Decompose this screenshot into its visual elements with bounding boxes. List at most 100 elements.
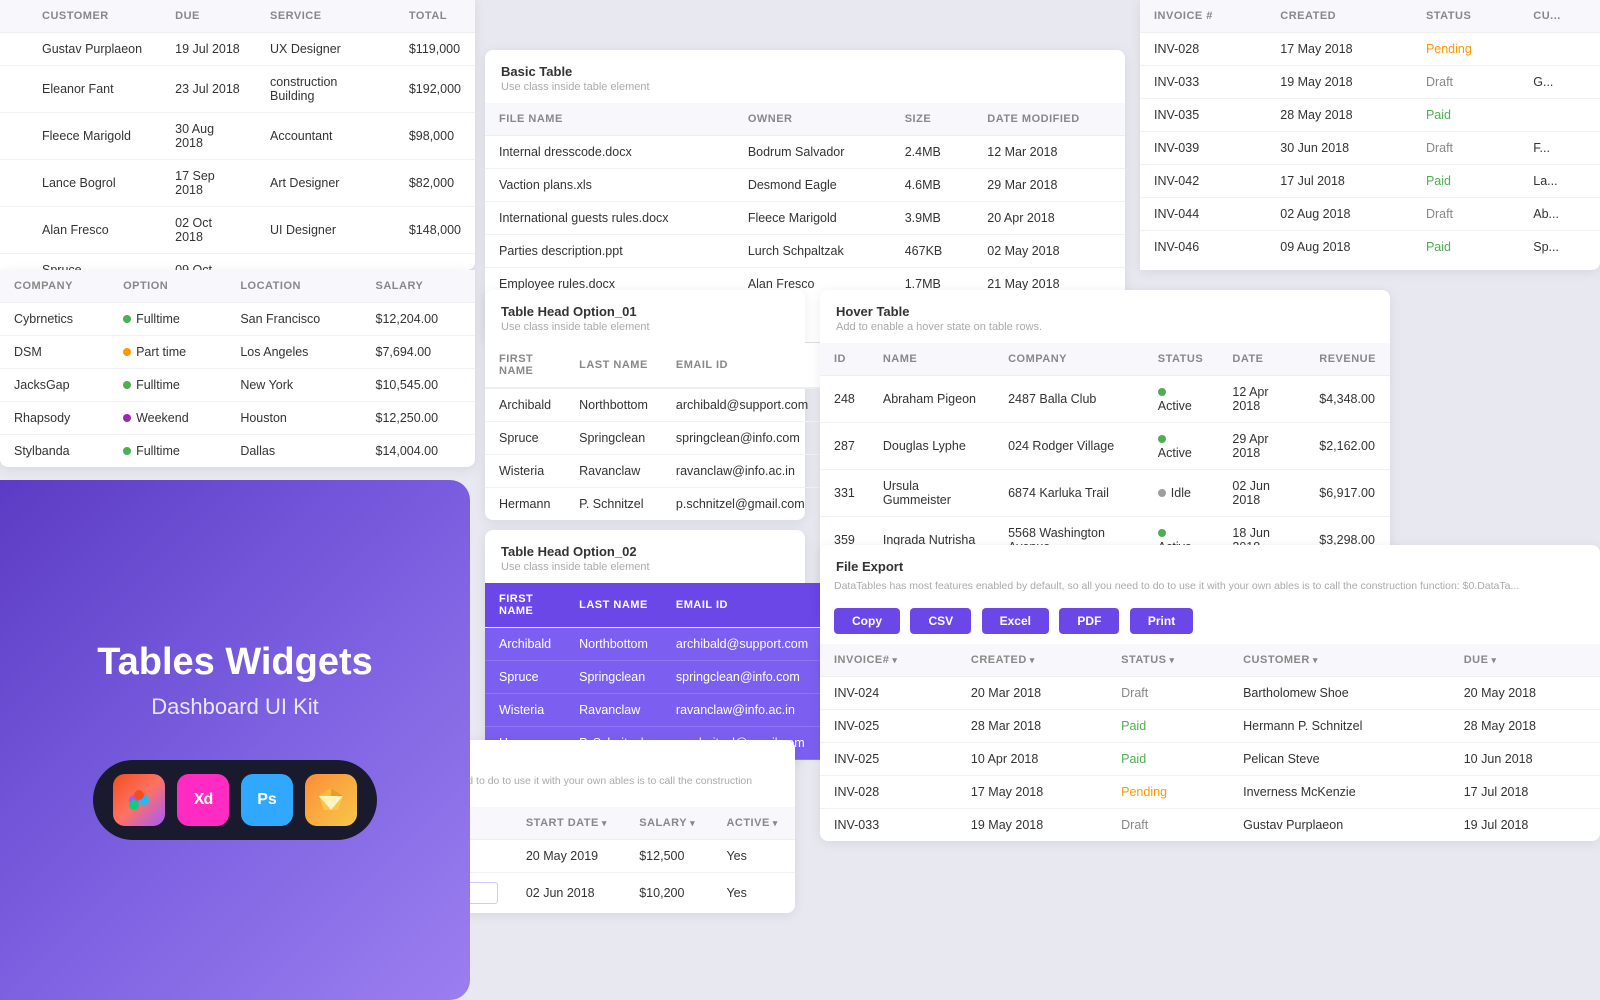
basic-table-title: Basic Table xyxy=(485,50,1125,81)
col-option: Option xyxy=(109,270,226,303)
hover-col-date: Date xyxy=(1218,343,1305,376)
col-due: Due xyxy=(161,0,256,33)
table-row: Internal dresscode.docxBodrum Salvador2.… xyxy=(485,136,1125,169)
col-location: Location xyxy=(226,270,361,303)
print-button[interactable]: Print xyxy=(1130,608,1193,634)
table-row: Vaction plans.xlsDesmond Eagle4.6MB29 Ma… xyxy=(485,169,1125,202)
hero-title: Tables Widgets xyxy=(97,640,373,686)
col-company: Company xyxy=(0,270,109,303)
table-row: SpruceSpringcleanspringclean@info.com xyxy=(485,661,822,694)
table-row: Eleanor Fant23 Jul 2018construction Buil… xyxy=(0,66,475,113)
col-datemod: Date Modified xyxy=(973,103,1125,136)
hover-col-id: ID xyxy=(820,343,869,376)
export-col-customer[interactable]: Customer xyxy=(1229,644,1450,677)
export-col-created[interactable]: Created xyxy=(957,644,1107,677)
top-left-table: Customer Due Service Total Gustav Purpla… xyxy=(0,0,475,270)
table-row: RhapsodyWeekendHouston$12,250.00 xyxy=(0,402,475,435)
table-row: Alan Fresco02 Oct 2018UI Designer$148,00… xyxy=(0,207,475,254)
table-row: INV-03528 May 2018Paid xyxy=(1140,99,1600,132)
table-row: INV-02528 Mar 2018PaidHermann P. Schnitz… xyxy=(820,710,1600,743)
opt02-title: Table Head Option_02 xyxy=(485,530,805,561)
opt01-col-last: Last Name xyxy=(565,343,662,388)
hover-col-status: Status xyxy=(1144,343,1219,376)
table-row: 248Abraham Pigeon2487 Balla ClubActive12… xyxy=(820,376,1390,423)
table-row: SpruceSpringcleanspringclean@info.com xyxy=(485,422,822,455)
opt02-col-last: Last Name xyxy=(565,583,662,628)
figma-icon xyxy=(113,774,165,826)
opt01-subtitle: Use class inside table element xyxy=(485,321,805,343)
invoice-table-right: Invoice # Created Status Cu... INV-02817… xyxy=(1140,0,1600,270)
inv-col-status: Status xyxy=(1412,0,1519,33)
hero-section: Tables Widgets Dashboard UI Kit Xd Ps xyxy=(0,480,470,1000)
table-row: StylbandaFulltimeDallas$14,004.00 xyxy=(0,435,475,468)
table-opt02-card: Table Head Option_02 Use class inside ta… xyxy=(485,530,805,760)
table-row: INV-02510 Apr 2018PaidPelican Steve10 Ju… xyxy=(820,743,1600,776)
file-export-card: File Export DataTables has most features… xyxy=(820,545,1600,841)
col-owner: Owner xyxy=(734,103,891,136)
table-row: Spruce Springclean09 Oct 2018CEO$82,000 xyxy=(0,254,475,271)
table-row: Fleece Marigold30 Aug 2018Accountant$98,… xyxy=(0,113,475,160)
table-row: INV-04402 Aug 2018DraftAb... xyxy=(1140,198,1600,231)
table-row: INV-03930 Jun 2018DraftF... xyxy=(1140,132,1600,165)
sketch-icon xyxy=(305,774,357,826)
employment-table: Company Option Location Salary Cybrnetic… xyxy=(0,270,475,467)
tool-icons-bar: Xd Ps xyxy=(93,760,377,840)
opt01-col-email: Email ID xyxy=(662,343,822,388)
table-row: WisteriaRavanclawravanclaw@info.ac.in xyxy=(485,455,822,488)
table-row: DSMPart timeLos Angeles$7,694.00 xyxy=(0,336,475,369)
table-row: INV-03319 May 2018DraftG... xyxy=(1140,66,1600,99)
col-total: Total xyxy=(395,0,475,33)
col-size: Size xyxy=(891,103,974,136)
table-row: Gustav Purplaeon19 Jul 2018UX Designer$1… xyxy=(0,33,475,66)
table-row: International guests rules.docxFleece Ma… xyxy=(485,202,1125,235)
edit-col-active[interactable]: Active xyxy=(712,807,795,840)
excel-button[interactable]: Excel xyxy=(982,608,1049,634)
hover-col-company: Company xyxy=(994,343,1144,376)
export-col-due[interactable]: Due xyxy=(1450,644,1600,677)
export-col-invoice[interactable]: Invoice# xyxy=(820,644,957,677)
table-row: INV-02817 May 2018PendingInverness McKen… xyxy=(820,776,1600,809)
inv-col-created: Created xyxy=(1266,0,1412,33)
table-row: Lance Bogrol17 Sep 2018Art Designer$82,0… xyxy=(0,160,475,207)
copy-button[interactable]: Copy xyxy=(834,608,900,634)
hover-table-title: Hover Table xyxy=(820,290,1390,321)
basic-table-subtitle: Use class inside table element xyxy=(485,81,1125,103)
col-empty xyxy=(0,0,28,33)
pdf-button[interactable]: PDF xyxy=(1059,608,1119,634)
col-filename: File Name xyxy=(485,103,734,136)
table-row: WisteriaRavanclawravanclaw@info.ac.in xyxy=(485,694,822,727)
table-row: INV-02817 May 2018Pending xyxy=(1140,33,1600,66)
edit-col-start[interactable]: Start Date xyxy=(512,807,625,840)
inv-col-num: Invoice # xyxy=(1140,0,1266,33)
hover-col-revenue: Revenue xyxy=(1305,343,1390,376)
invoice-right-showing: Showing 1 to 10 of 57 Entries xyxy=(1140,263,1600,270)
file-export-title: File Export xyxy=(820,545,1600,576)
table-row: INV-04609 Aug 2018PaidSp... xyxy=(1140,231,1600,264)
hero-subtitle: Dashboard UI Kit xyxy=(151,694,319,720)
csv-button[interactable]: CSV xyxy=(910,608,971,634)
table-row: INV-03319 May 2018DraftGustav Purplaeon1… xyxy=(820,809,1600,842)
table-opt01-card: Table Head Option_01 Use class inside ta… xyxy=(485,290,805,520)
hover-table-subtitle: Add to enable a hover state on table row… xyxy=(820,321,1390,343)
table-row: ArchibaldNorthbottomarchibald@support.co… xyxy=(485,388,822,422)
table-row: 331Ursula Gummeister6874 Karluka TrailId… xyxy=(820,470,1390,517)
xd-icon: Xd xyxy=(177,774,229,826)
export-buttons-group: Copy CSV Excel PDF Print xyxy=(820,600,1600,644)
col-service: Service xyxy=(256,0,395,33)
hover-col-name: Name xyxy=(869,343,994,376)
table-row: ArchibaldNorthbottomarchibald@support.co… xyxy=(485,628,822,661)
opt02-col-email: Email ID xyxy=(662,583,822,628)
opt02-subtitle: Use class inside table element xyxy=(485,561,805,583)
export-col-status[interactable]: Status xyxy=(1107,644,1229,677)
table-row: Parties description.pptLurch Schpaltzak4… xyxy=(485,235,1125,268)
table-row: 287Douglas Lyphe024 Rodger VillageActive… xyxy=(820,423,1390,470)
table-row: CybrneticsFulltimeSan Francisco$12,204.0… xyxy=(0,303,475,336)
edit-col-salary[interactable]: Salary xyxy=(625,807,712,840)
ps-icon: Ps xyxy=(241,774,293,826)
col-salary: Salary xyxy=(362,270,475,303)
table-row: JacksGapFulltimeNew York$10,545.00 xyxy=(0,369,475,402)
opt02-col-first: First Name xyxy=(485,583,565,628)
opt01-col-first: First Name xyxy=(485,343,565,388)
inv-col-cu: Cu... xyxy=(1519,0,1600,33)
opt01-title: Table Head Option_01 xyxy=(485,290,805,321)
